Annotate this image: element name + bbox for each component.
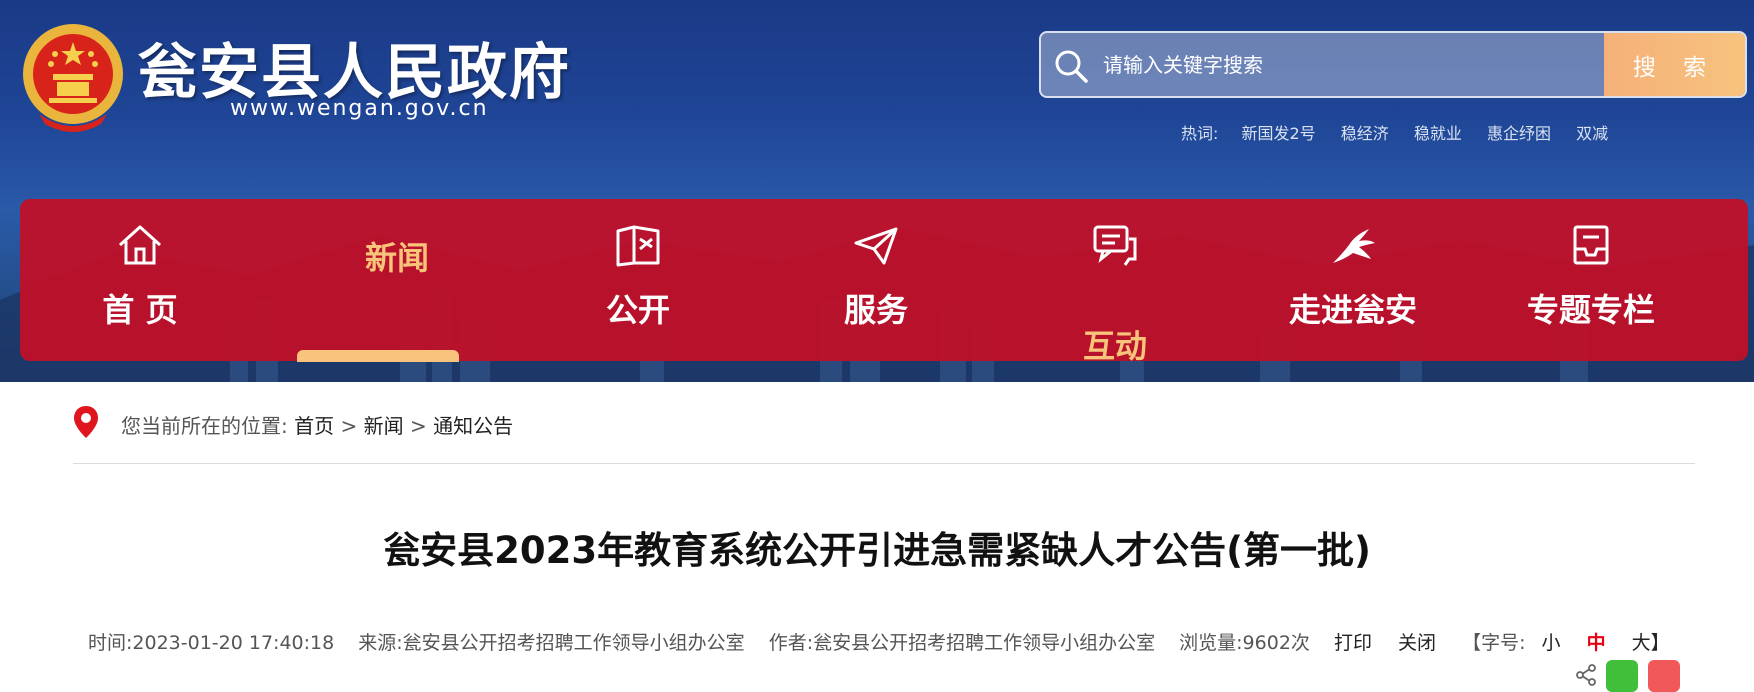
hotword-link[interactable]: 双减 (1576, 124, 1608, 143)
breadcrumb-link-news[interactable]: 新闻 (364, 414, 404, 438)
nav-item-service[interactable]: 服务 (756, 199, 996, 361)
hotword-link[interactable]: 惠企纾困 (1487, 124, 1551, 143)
inbox-icon (1573, 225, 1609, 265)
location-pin-icon (74, 406, 98, 438)
hotword-link[interactable]: 稳经济 (1341, 124, 1389, 143)
header-banner: 瓮安县人民政府 www.wengan.gov.cn 搜 索 热词: 新国发2号 … (0, 0, 1754, 382)
home-icon (118, 225, 162, 265)
nav-label-home: 首 页 (102, 291, 178, 329)
main-nav: 首 页 新闻 公开 服务 互动 走进瓮安 专题专栏 (20, 199, 1748, 365)
breadcrumb-link-notices[interactable]: 通知公告 (433, 414, 513, 438)
breadcrumb-prefix: 您当前所在的位置: (121, 414, 288, 438)
font-size-large[interactable]: 大】 (1632, 632, 1670, 654)
hotwords-bar: 热词: 新国发2号 稳经济 稳就业 惠企纾困 双减 (1181, 120, 1628, 144)
print-link[interactable]: 打印 (1334, 632, 1372, 654)
article-meta: 时间:2023-01-20 17:40:18 来源:瓮安县公开招考招聘工作领导小… (88, 628, 1670, 655)
article-source: 来源:瓮安县公开招考招聘工作领导小组办公室 (358, 632, 745, 654)
nav-label-topics: 专题专栏 (1526, 291, 1655, 329)
nav-item-news[interactable]: 新闻 (277, 199, 517, 361)
hotword-link[interactable]: 稳就业 (1414, 124, 1462, 143)
nav-label-open: 公开 (605, 291, 670, 329)
search-icon (1055, 50, 1088, 83)
font-size-small[interactable]: 小 (1542, 632, 1561, 654)
chat-icon (1093, 225, 1137, 266)
paper-plane-icon (854, 227, 898, 265)
article-author: 作者:瓮安县公开招考招聘工作领导小组办公室 (768, 632, 1156, 654)
divider (73, 463, 1695, 464)
font-size-medium[interactable]: 中 (1587, 632, 1606, 654)
national-emblem-logo (23, 24, 123, 132)
nav-label-news: 新闻 (364, 239, 429, 277)
breadcrumb-link-home[interactable]: 首页 (294, 414, 334, 438)
nav-item-interact[interactable]: 互动 (995, 199, 1235, 365)
breadcrumb-text: 您当前所在的位置: 首页 > 新闻 > 通知公告 (121, 410, 513, 439)
close-link[interactable]: 关闭 (1398, 632, 1436, 654)
nav-item-about[interactable]: 走进瓮安 (1233, 199, 1473, 361)
breadcrumb-separator: > (409, 414, 427, 438)
book-icon (616, 225, 660, 267)
weibo-share-icon[interactable] (1648, 660, 1680, 692)
site-url: www.wengan.gov.cn (230, 96, 489, 121)
breadcrumb-separator: > (340, 414, 358, 438)
dragon-icon (1333, 229, 1375, 263)
hotword-link[interactable]: 新国发2号 (1242, 124, 1316, 143)
share-icon[interactable] (1575, 664, 1597, 686)
article-title: 瓮安县2023年教育系统公开引进急需紧缺人才公告(第一批) (383, 529, 1371, 572)
nav-active-indicator (297, 350, 459, 362)
view-count: 浏览量:9602次 (1179, 632, 1310, 654)
nav-label-service: 服务 (843, 291, 908, 329)
wechat-share-icon[interactable] (1606, 660, 1638, 692)
publish-time: 时间:2023-01-20 17:40:18 (88, 632, 335, 654)
search-button[interactable]: 搜 索 (1604, 33, 1745, 96)
nav-label-about: 走进瓮安 (1288, 291, 1417, 329)
hotwords-label: 热词: (1181, 124, 1219, 143)
search-box: 搜 索 (1039, 31, 1747, 98)
nav-item-home[interactable]: 首 页 (20, 199, 260, 361)
search-input[interactable] (1103, 33, 1643, 96)
font-size-label: 【字号: (1462, 632, 1526, 654)
nav-item-topics[interactable]: 专题专栏 (1471, 199, 1711, 361)
nav-label-interact: 互动 (1082, 327, 1147, 365)
nav-item-open[interactable]: 公开 (518, 199, 758, 361)
